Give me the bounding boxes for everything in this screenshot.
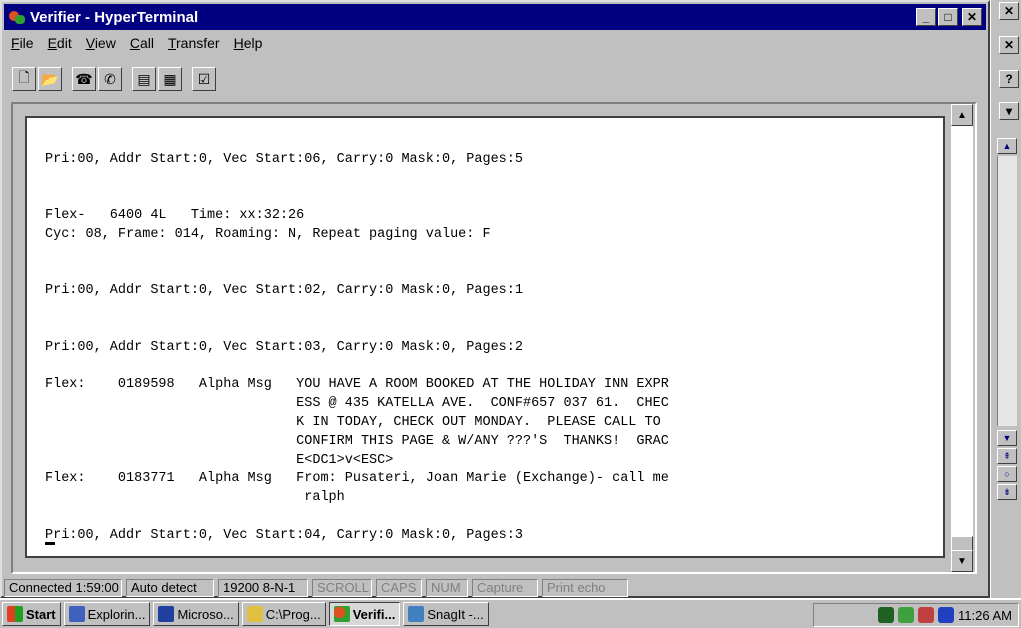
status-connected: Connected 1:59:00 bbox=[4, 579, 122, 597]
clock[interactable]: 11:26 AM bbox=[958, 608, 1012, 623]
status-bar: Connected 1:59:00 Auto detect 19200 8-N-… bbox=[4, 578, 986, 598]
text-cursor bbox=[45, 542, 55, 545]
status-settings: 19200 8-N-1 bbox=[218, 579, 308, 597]
clock-icon[interactable] bbox=[938, 607, 955, 623]
status-capture: Capture bbox=[472, 579, 538, 597]
background-close-icon-2[interactable]: ✕ bbox=[999, 36, 1019, 54]
system-tray: 11:26 AM bbox=[813, 603, 1019, 627]
background-scroll-up-icon[interactable]: ▲ bbox=[997, 138, 1017, 154]
properties-icon[interactable]: ☑ bbox=[192, 67, 216, 91]
maximize-button[interactable]: □ bbox=[938, 8, 958, 26]
status-detect: Auto detect bbox=[126, 579, 214, 597]
menu-help[interactable]: Help bbox=[227, 35, 270, 51]
terminal-area: Pri:00, Addr Start:0, Vec Start:06, Carr… bbox=[11, 102, 977, 574]
close-button[interactable]: ✕ bbox=[962, 8, 982, 26]
scroll-track[interactable] bbox=[951, 126, 973, 536]
next-page-icon[interactable]: ⇟ bbox=[997, 484, 1017, 500]
dropdown-arrow-icon[interactable]: ▾ bbox=[999, 102, 1019, 120]
previous-page-icon[interactable]: ⇞ bbox=[997, 448, 1017, 464]
open-icon[interactable]: 📂 bbox=[38, 67, 62, 91]
toolbar: 🗋 📂 ☎ ✆ ▤ ▦ ☑ bbox=[12, 64, 216, 94]
new-icon[interactable]: 🗋 bbox=[12, 67, 36, 91]
background-close-icon[interactable]: ✕ bbox=[999, 2, 1019, 20]
status-scroll: SCROLL bbox=[312, 579, 372, 597]
vertical-scrollbar[interactable]: ▲ ▼ bbox=[951, 104, 973, 572]
select-browse-object-icon[interactable]: ○ bbox=[997, 466, 1017, 482]
receive-icon[interactable]: ▦ bbox=[158, 67, 182, 91]
status-print-echo: Print echo bbox=[542, 579, 628, 597]
taskbar-item-verifier[interactable]: Verifi... bbox=[328, 602, 401, 626]
word-icon bbox=[158, 606, 175, 622]
window-title: Verifier - HyperTerminal bbox=[30, 8, 199, 26]
monitor-icon[interactable] bbox=[878, 607, 895, 623]
hyperterminal-app-icon[interactable] bbox=[8, 8, 26, 26]
taskbar-item-explorer[interactable]: Explorin... bbox=[63, 602, 151, 626]
windows-logo-icon bbox=[7, 606, 23, 622]
status-caps: CAPS bbox=[376, 579, 422, 597]
menu-file[interactable]: File bbox=[4, 35, 41, 51]
menu-edit[interactable]: Edit bbox=[41, 35, 79, 51]
snagit-icon bbox=[408, 606, 425, 622]
scheduler-icon[interactable] bbox=[918, 607, 935, 623]
network-icon[interactable] bbox=[898, 607, 915, 623]
scroll-up-icon[interactable]: ▲ bbox=[951, 104, 973, 126]
taskbar-item-word[interactable]: Microso... bbox=[153, 602, 239, 626]
menu-bar: File Edit View Call Transfer Help bbox=[4, 32, 269, 54]
explorer-icon bbox=[68, 606, 85, 622]
menu-view[interactable]: View bbox=[79, 35, 123, 51]
scroll-down-icon[interactable]: ▼ bbox=[951, 550, 973, 572]
taskbar-item-folder[interactable]: C:\Prog... bbox=[241, 602, 326, 626]
terminal-screen[interactable]: Pri:00, Addr Start:0, Vec Start:06, Carr… bbox=[25, 116, 945, 558]
folder-icon bbox=[246, 606, 263, 622]
background-scroll-track[interactable] bbox=[997, 156, 1017, 426]
menu-transfer[interactable]: Transfer bbox=[161, 35, 227, 51]
title-bar[interactable]: Verifier - HyperTerminal _ □ ✕ bbox=[4, 4, 986, 30]
background-window-edge: ✕ ✕ ? ▾ ▲ ▼ ⇞ ○ ⇟ bbox=[990, 0, 1021, 598]
hyperterminal-window: Verifier - HyperTerminal _ □ ✕ File Edit… bbox=[0, 0, 990, 598]
status-num: NUM bbox=[426, 579, 468, 597]
start-button[interactable]: Start bbox=[2, 602, 61, 626]
taskbar: Start Explorin... Microso... C:\Prog... … bbox=[0, 598, 1021, 628]
connect-icon[interactable]: ☎ bbox=[72, 67, 96, 91]
taskbar-item-snagit[interactable]: SnagIt -... bbox=[403, 602, 489, 626]
minimize-button[interactable]: _ bbox=[916, 8, 936, 26]
help-icon[interactable]: ? bbox=[999, 70, 1019, 88]
menu-call[interactable]: Call bbox=[123, 35, 161, 51]
disconnect-icon[interactable]: ✆ bbox=[98, 67, 122, 91]
send-icon[interactable]: ▤ bbox=[132, 67, 156, 91]
background-scroll-down-icon[interactable]: ▼ bbox=[997, 430, 1017, 446]
hyperterminal-icon bbox=[333, 606, 350, 622]
terminal-output: Pri:00, Addr Start:0, Vec Start:06, Carr… bbox=[45, 151, 669, 543]
